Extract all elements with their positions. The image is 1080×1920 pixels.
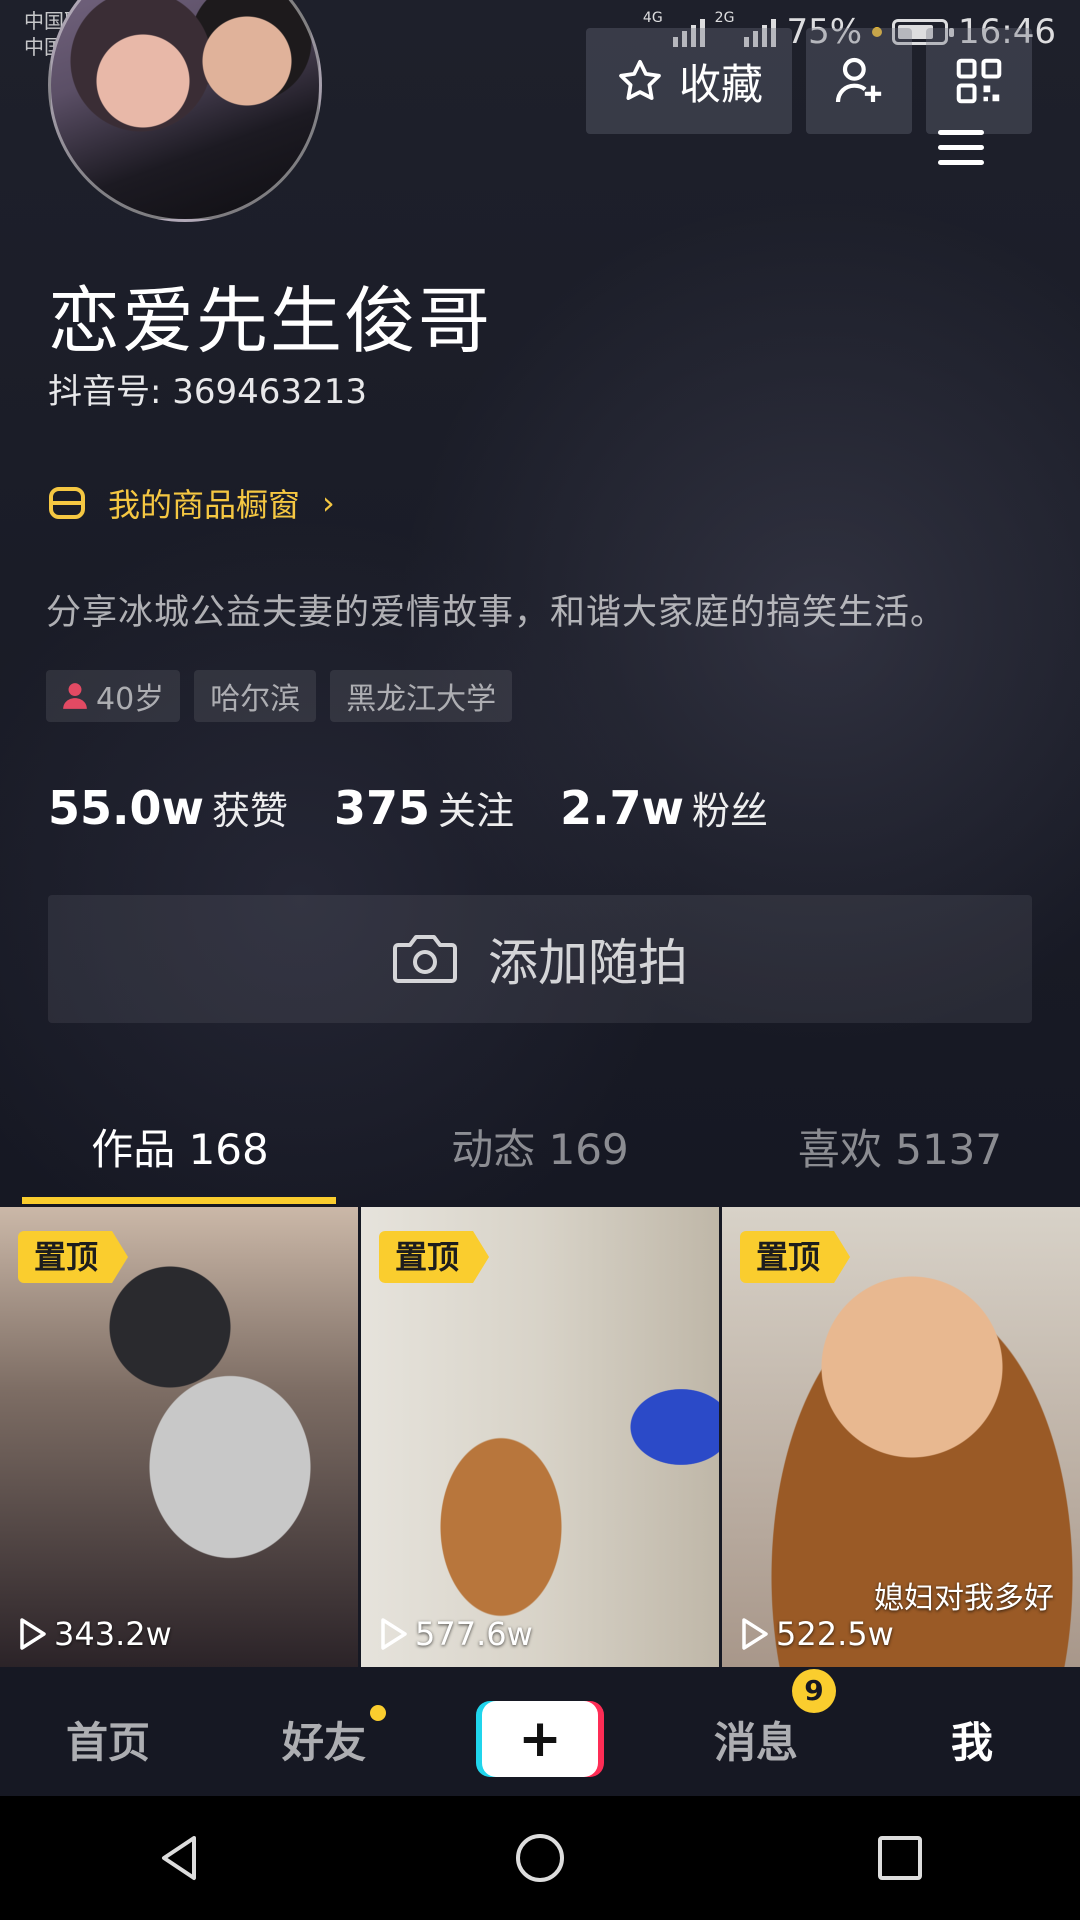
nav-messages-label: 消息 [713,1717,798,1767]
home-icon[interactable] [510,1828,570,1888]
profile-name: 恋爱先生俊哥 [48,279,493,363]
play-icon [742,1618,768,1650]
age-tag: 40岁 [46,670,181,722]
pinned-badge: 置顶 [379,1231,490,1283]
person-plus-icon [835,57,882,103]
followers-count: 2.7w [560,781,685,835]
profile-stats: 55.0w 获赞 375 关注 2.7w 粉丝 [48,780,768,835]
followers-stat[interactable]: 2.7w 粉丝 [560,780,768,835]
add-snapshot-button[interactable]: 添加随拍 [48,895,1032,1023]
view-count-label: 522.5w [776,1615,894,1653]
notification-dot [370,1704,386,1721]
content-tabs: 作品 168 动态 169 喜欢 5137 [0,1115,1080,1205]
tab-works[interactable]: 作品 168 [0,1115,360,1205]
view-count: 577.6w [379,1615,533,1653]
following-count: 375 [334,781,431,835]
camera-icon [393,935,457,983]
following-stat[interactable]: 375 关注 [334,780,514,835]
age-tag-label: 40岁 [96,682,165,717]
pinned-badge: 置顶 [18,1231,129,1283]
shop-window-icon [49,487,85,519]
plus-icon: + [518,1709,562,1769]
likes-label: 获赞 [212,789,289,833]
view-count-label: 343.2w [54,1615,172,1653]
nav-messages[interactable]: 消息 9 [648,1668,864,1770]
video-thumbnail[interactable]: 置顶 媳妇对我多好 522.5w [722,1207,1080,1667]
video-thumbnail[interactable]: 置顶 577.6w [361,1207,719,1667]
nav-friends[interactable]: 好友 [216,1704,432,1770]
back-icon[interactable] [150,1828,210,1888]
city-tag-label: 哈尔滨 [210,682,301,717]
qr-code-button[interactable] [926,28,1032,134]
person-icon [63,683,87,709]
favorite-button[interactable]: 收藏 [586,28,792,134]
tab-activity[interactable]: 动态 169 [360,1115,720,1205]
play-icon [381,1618,407,1650]
shop-window-label: 我的商品橱窗 [108,486,301,524]
likes-stat[interactable]: 55.0w 获赞 [48,780,288,835]
followers-label: 粉丝 [692,789,769,833]
nav-create-wrap: + [432,1701,648,1777]
messages-badge: 9 [792,1668,836,1713]
douyin-id: 抖音号: 369463213 [48,372,367,412]
nav-home[interactable]: 首页 [0,1709,216,1770]
video-grid: 置顶 343.2w 置顶 577.6w 置顶 媳妇对我多好 522.5w [0,1207,1080,1667]
system-nav-bar [0,1796,1080,1920]
video-caption: 媳妇对我多好 [874,1581,1054,1616]
add-friend-button[interactable] [806,28,912,134]
network-type-2: 2G [714,10,735,26]
video-thumbnail[interactable]: 置顶 343.2w [0,1207,358,1667]
nav-home-label: 首页 [65,1717,150,1767]
star-icon [619,59,661,100]
active-tab-indicator [22,1197,336,1204]
favorite-label: 收藏 [678,59,763,109]
bottom-nav: 首页 好友 + 消息 9 我 [0,1668,1080,1802]
view-count-label: 577.6w [415,1615,533,1653]
view-count: 522.5w [740,1615,894,1653]
profile-tags: 40岁 哈尔滨 黑龙江大学 [46,670,513,722]
header-actions: 收藏 [586,28,1032,134]
add-snapshot-label: 添加随拍 [488,934,688,992]
following-label: 关注 [438,789,515,833]
school-tag-label: 黑龙江大学 [346,682,497,717]
nav-me-label: 我 [950,1717,993,1767]
pinned-badge: 置顶 [740,1231,851,1283]
recents-icon[interactable] [870,1828,930,1888]
chevron-right-icon: › [322,484,335,522]
hamburger-menu-icon[interactable] [938,130,984,166]
qr-code-icon [956,58,1002,104]
likes-count: 55.0w [48,781,204,835]
city-tag: 哈尔滨 [194,670,317,722]
network-type-1: 4G [642,10,663,26]
create-post-button[interactable]: + [482,1701,598,1777]
play-icon [20,1618,46,1650]
school-tag: 黑龙江大学 [330,670,513,722]
shop-window-link[interactable]: 我的商品橱窗 › [48,480,335,526]
nav-me[interactable]: 我 [864,1709,1080,1802]
tab-likes[interactable]: 喜欢 5137 [720,1115,1080,1205]
bio: 分享冰城公益夫妻的爱情故事，和谐大家庭的搞笑生活。 [46,593,947,633]
nav-friends-label: 好友 [281,1717,366,1767]
view-count: 343.2w [18,1615,172,1653]
